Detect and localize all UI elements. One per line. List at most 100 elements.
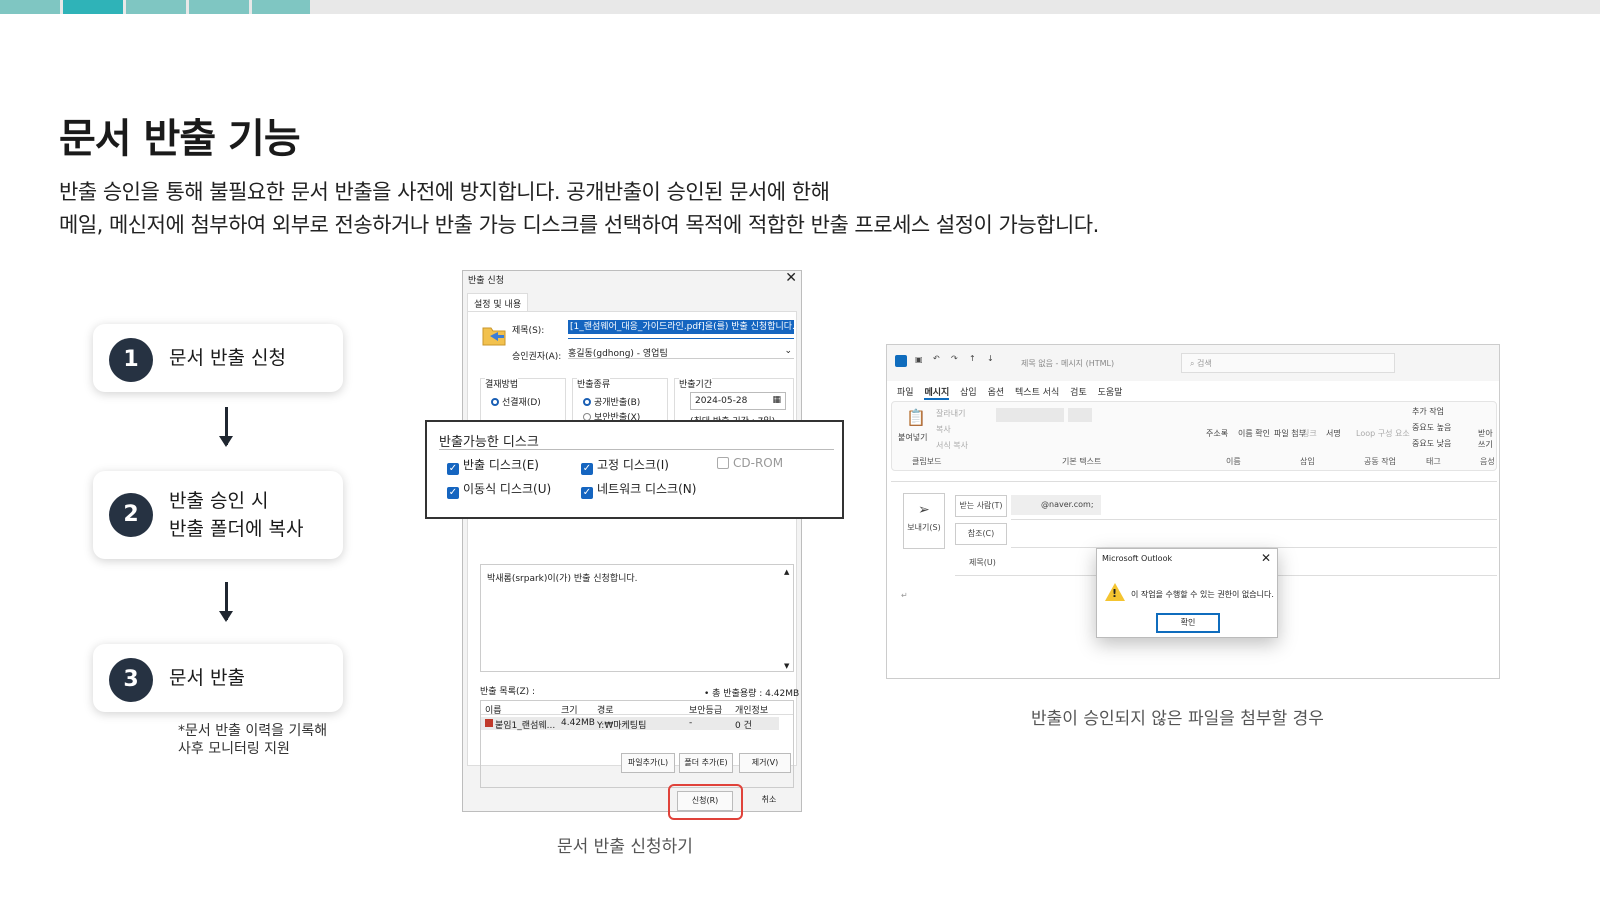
permission-alert-dialog: Microsoft Outlook ✕ ! 이 작업을 수행할 수 있는 권한이… [1096, 548, 1278, 638]
top-progress-bar [0, 0, 1600, 14]
tab-settings[interactable]: 설정 및 내용 [467, 293, 529, 313]
chevron-down-icon: ⌄ [784, 346, 792, 356]
menu-insert[interactable]: 삽입 [960, 388, 977, 398]
scroll-up-icon[interactable]: ▲ [784, 568, 789, 576]
ribbon-signature[interactable]: 서명 [1326, 428, 1341, 439]
save-icon[interactable]: ▣ [915, 355, 923, 364]
disk-label: 이동식 디스크(U) [463, 482, 552, 496]
size-select[interactable] [1068, 408, 1092, 422]
calendar-icon[interactable]: ▦ [772, 395, 781, 405]
ribbon-paste[interactable]: 붙여넣기 [898, 432, 927, 443]
period-date-value: 2024-05-28 [695, 396, 748, 406]
ribbon-link[interactable]: 링크 [1302, 428, 1317, 439]
cell-path: Y:₩마케팅팀 [597, 721, 647, 731]
cell-size: 4.42MB [561, 718, 595, 728]
step-number: 3 [109, 658, 153, 702]
table-header: 이름 크기 경로 보안등급 개인정보 [481, 701, 793, 716]
step-label: 반출 승인 시 반출 폴더에 복사 [169, 487, 303, 543]
ribbon-address-book[interactable]: 주소록 [1206, 428, 1228, 439]
to-field[interactable]: @naver.com; [1011, 495, 1101, 515]
redo-icon[interactable]: ↷ [951, 354, 958, 363]
font-select[interactable] [996, 408, 1064, 422]
ribbon-format-painter[interactable]: 서식 복사 [936, 440, 968, 451]
menu-format-text[interactable]: 텍스트 서식 [1015, 388, 1059, 398]
up-icon[interactable]: ↑ [969, 354, 976, 363]
ribbon-cut[interactable]: 잘라내기 [936, 408, 965, 419]
down-icon[interactable]: ↓ [987, 354, 994, 363]
disk-checkbox-network[interactable]: ✓ 네트워크 디스크(N) [581, 480, 696, 499]
subject-input[interactable]: [1_랜섬웨어_대응_가이드라인.pdf]을(를) 반출 신청합니다. [568, 320, 794, 334]
caption-outlook: 반출이 승인되지 않은 파일을 첨부할 경우 [1031, 709, 1324, 729]
search-input[interactable]: ⌕ 검색 [1181, 353, 1395, 373]
export-list-table: 이름 크기 경로 보안등급 개인정보 붙임1_랜섬웨... 4.42MB Y:₩… [480, 700, 794, 788]
table-row[interactable]: 붙임1_랜섬웨... 4.42MB Y:₩마케팅팀 - 0 건 [481, 717, 779, 731]
menu-message[interactable]: 메시지 [924, 388, 950, 400]
message-textarea[interactable]: 박새롬(srpark)이(가) 반출 신청합니다. [480, 564, 794, 672]
col-header-privacy: 개인정보 [735, 706, 769, 716]
ribbon-loop[interactable]: Loop 구성 요소 [1356, 428, 1410, 439]
period-label: 반출기간 [679, 377, 713, 390]
menu-help[interactable]: 도움말 [1098, 388, 1123, 398]
disk-checkbox-removable[interactable]: ✓ 이동식 디스크(U) [447, 480, 551, 499]
add-folder-button[interactable]: 폴더 추가(E) [679, 753, 733, 773]
ribbon-low-importance[interactable]: 중요도 낮음 [1412, 438, 1451, 449]
settings-pane: 제목(S): [1_랜섬웨어_대응_가이드라인.pdf]을(를) 반출 신청합니… [467, 311, 799, 788]
paste-icon[interactable]: 📋 [906, 408, 926, 427]
ribbon-dictate[interactable]: 받아쓰기 [1478, 428, 1496, 450]
top-bar-segment [0, 0, 60, 14]
disk-label: 네트워크 디스크(N) [597, 482, 697, 496]
ribbon-copy[interactable]: 복사 [936, 424, 951, 435]
top-bar-segment [189, 0, 249, 14]
down-arrow-icon [219, 582, 233, 622]
apply-highlight [668, 784, 743, 820]
period-date-input[interactable]: 2024-05-28 ▦ [690, 392, 786, 410]
send-button[interactable]: ➢ 보내기(S) [903, 493, 945, 549]
menu-file[interactable]: 파일 [897, 388, 914, 398]
close-icon[interactable]: ✕ [1261, 551, 1271, 565]
disk-checkbox-fixed[interactable]: ✓ 고정 디스크(I) [581, 456, 669, 475]
subject-label: 제목(U) [969, 558, 996, 567]
to-button[interactable]: 받는 사람(T) [955, 495, 1007, 517]
down-arrow-icon [219, 407, 233, 447]
type-group: 반출종류 공개반출(B) 보안반출(X) [572, 377, 668, 423]
scroll-down-icon[interactable]: ▼ [784, 662, 789, 670]
add-file-button[interactable]: 파일추가(L) [621, 753, 675, 773]
send-icon: ➢ [918, 502, 930, 518]
body-divider [891, 481, 1497, 482]
cancel-button[interactable]: 취소 [741, 791, 797, 811]
ribbon-group-collab: 공동 작업 [1364, 457, 1396, 466]
disk-checkbox-export[interactable]: ✓ 반출 디스크(E) [447, 456, 539, 475]
ribbon-high-importance[interactable]: 중요도 높음 [1412, 422, 1451, 433]
window-title: 제목 없음 - 메시지 (HTML) [1021, 359, 1115, 368]
disk-checkbox-cdrom[interactable]: CD-ROM [717, 456, 783, 470]
step-number: 1 [109, 338, 153, 382]
step-card-2: 2 반출 승인 시 반출 폴더에 복사 [93, 471, 343, 559]
checkbox-checked-icon: ✓ [447, 463, 459, 475]
cell-name: 붙임1_랜섬웨... [495, 721, 556, 731]
step-label: 문서 반출 [169, 667, 245, 689]
ok-button[interactable]: 확인 [1156, 613, 1220, 633]
menu-options[interactable]: 옵션 [988, 388, 1005, 398]
payment-radio[interactable]: 선결재(D) [491, 395, 541, 408]
ribbon-check-names[interactable]: 이름 확인 [1238, 428, 1270, 439]
disks-title: 반출가능한 디스크 [439, 435, 539, 450]
body-cursor[interactable]: ↵ [901, 591, 908, 600]
ribbon-group-voice: 음성 [1480, 457, 1495, 466]
remove-button[interactable]: 제거(V) [739, 753, 791, 773]
checkbox-checked-icon: ✓ [447, 487, 459, 499]
approver-select[interactable]: 홍길동(gdhong) - 영업팀 ⌄ [568, 346, 794, 359]
cell-security: - [689, 718, 693, 728]
col-header-security: 보안등급 [689, 706, 723, 716]
ribbon-followup[interactable]: 추가 작업 [1412, 406, 1444, 417]
type-public-radio[interactable]: 공개반출(B) [583, 395, 640, 408]
alert-message: 이 작업을 수행할 수 있는 권한이 없습니다. [1131, 590, 1274, 599]
cc-button[interactable]: 참조(C) [955, 523, 1007, 545]
outlook-ribbon: 📋 붙여넣기 잘라내기 복사 서식 복사 주소록 이름 확인 파일 첨부 링크 … [891, 401, 1497, 471]
undo-icon[interactable]: ↶ [933, 354, 940, 363]
close-icon[interactable]: ✕ [785, 270, 797, 286]
outlook-titlebar: ▣ ↶ ↷ ↑ ↓ 제목 없음 - 메시지 (HTML) ⌕ 검색 [887, 345, 1499, 381]
menu-review[interactable]: 검토 [1070, 388, 1087, 398]
ribbon-group-tags: 태그 [1426, 457, 1441, 466]
ribbon-group-insert: 삽입 [1300, 457, 1315, 466]
available-disks-panel: 반출가능한 디스크 ✓ 반출 디스크(E) ✓ 고정 디스크(I) CD-ROM ✓… [425, 420, 844, 519]
